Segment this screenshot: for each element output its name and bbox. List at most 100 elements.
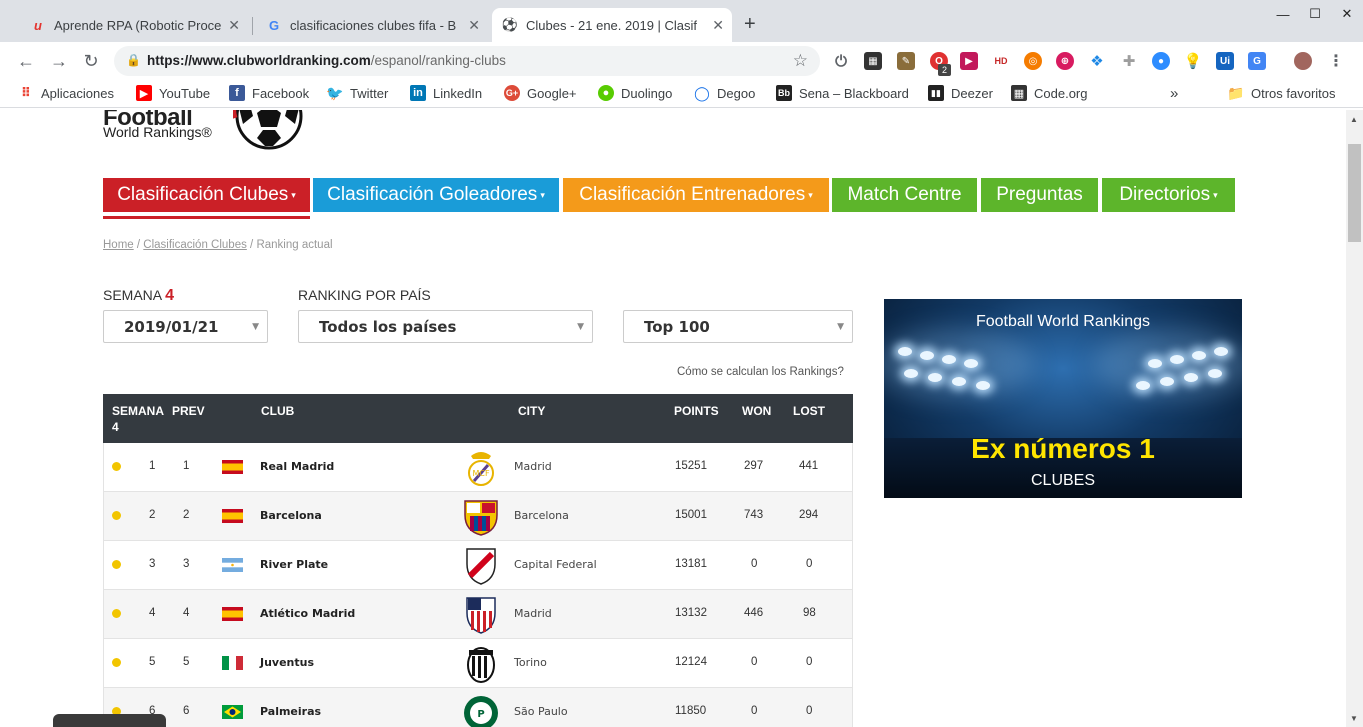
translate-icon[interactable]: G	[1248, 52, 1266, 70]
address-bar[interactable]: 🔒 https://www.clubworldranking.com/espan…	[114, 46, 820, 76]
avatar[interactable]	[1294, 52, 1312, 70]
bookmark-other-folder[interactable]: 📁 Otros favoritos	[1227, 85, 1335, 101]
scrollbar-thumb[interactable]	[1348, 144, 1361, 242]
date-select[interactable]: 2019/01/21 ▼	[103, 310, 268, 343]
dropbox-icon[interactable]: ❖	[1088, 52, 1106, 70]
table-row[interactable]: 6 6 Palmeiras P São Paulo 11850 0 0	[103, 688, 853, 727]
bookmark-apps[interactable]: ⠿ Aplicaciones	[18, 85, 114, 101]
menu-clasificacion-goleadores[interactable]: Clasificación Goleadores ▾	[313, 178, 559, 212]
bookmarks-bar: ⠿ Aplicaciones ▶ YouTube f Facebook 🐦 Twitte…	[0, 80, 1363, 108]
points: 13132	[675, 607, 707, 619]
minimize-button[interactable]: —	[1267, 0, 1299, 28]
barcelona-crest-icon	[464, 500, 498, 536]
won: 0	[751, 656, 758, 668]
header-city[interactable]: CITY	[518, 404, 545, 418]
close-icon[interactable]: ✕	[712, 17, 724, 34]
back-button[interactable]: ←	[14, 49, 38, 73]
bookmark-googleplus[interactable]: G+ Google+	[504, 85, 577, 101]
maximize-button[interactable]: ☐	[1299, 0, 1331, 28]
table-row[interactable]: 1 1 Real Madrid MCF Madrid 15251 297 441	[103, 443, 853, 492]
site-logo-subtitle[interactable]: World Rankings®	[103, 124, 212, 140]
floodlight-icon	[1214, 347, 1228, 356]
bookmark-codeorg[interactable]: ▦ Code.org	[1011, 85, 1087, 101]
dribbble-icon[interactable]: ⊕	[1056, 52, 1074, 70]
table-row[interactable]: 5 5 Juventus Torino 12124 0 0	[103, 639, 853, 688]
bookmark-duolingo[interactable]: ● Duolingo	[598, 85, 672, 101]
river-plate-crest-icon	[466, 548, 496, 585]
header-lost[interactable]: LOST	[793, 404, 825, 418]
header-won[interactable]: WON	[742, 404, 771, 418]
table-row[interactable]: 3 3 River Plate Capital Federal 13181 0 …	[103, 541, 853, 590]
lifebuoy-icon[interactable]: ◎	[1024, 52, 1042, 70]
page-scrollbar[interactable]: ▲ ▼	[1346, 110, 1363, 727]
power-icon[interactable]: ⏻	[832, 52, 850, 70]
top-select[interactable]: Top 100 ▼	[623, 310, 853, 343]
club-name[interactable]: Palmeiras	[260, 705, 321, 718]
tab-clubes[interactable]: ⚽ Clubes - 21 ene. 2019 | Clasif ✕	[492, 8, 732, 42]
menu-clasificacion-clubes[interactable]: Clasificación Clubes ▾	[103, 178, 310, 212]
country-ranking-label: RANKING POR PAÍS	[298, 287, 431, 303]
close-icon[interactable]: ✕	[468, 17, 480, 34]
won: 297	[744, 460, 764, 472]
puzzle-icon[interactable]: ✚	[1120, 52, 1138, 70]
caret-down-icon: ▾	[540, 189, 545, 200]
video-icon[interactable]: ▶	[960, 52, 978, 70]
how-rankings-calculated-link[interactable]: Cómo se calculan los Rankings?	[677, 366, 844, 378]
ex-numeros-banner[interactable]: Football World Rankings Ex números 1 CLU…	[884, 299, 1242, 498]
hd-icon[interactable]: HD	[992, 52, 1010, 70]
forward-button[interactable]: →	[47, 49, 71, 73]
ext-badge: 2	[938, 64, 951, 76]
bookmark-deezer[interactable]: ▮▮ Deezer	[928, 85, 993, 101]
bookmark-blackboard[interactable]: Bb Sena – Blackboard	[776, 85, 909, 101]
breadcrumb-clubs-link[interactable]: Clasificación Clubes	[143, 239, 247, 251]
zoom-icon[interactable]: ●	[1152, 52, 1170, 70]
atletico-crest-icon	[466, 597, 496, 634]
header-prev[interactable]: PREV	[172, 404, 205, 418]
bottom-popup-tab[interactable]	[53, 714, 166, 727]
prev-rank: 4	[183, 607, 190, 619]
breadcrumb-home-link[interactable]: Home	[103, 239, 134, 251]
bookmarks-more-button[interactable]: »	[1170, 85, 1178, 102]
table-row[interactable]: 2 2 Barcelona Barcelona 15001 743 294	[103, 492, 853, 541]
lightbulb-icon[interactable]: 💡	[1184, 52, 1203, 70]
menu-directorios[interactable]: Directorios ▾	[1102, 178, 1235, 212]
bookmark-degoo[interactable]: ◯ Degoo	[694, 85, 755, 101]
scroll-up-arrow-icon[interactable]: ▲	[1350, 115, 1358, 124]
bookmark-twitter[interactable]: 🐦 Twitter	[326, 85, 388, 101]
menu-match-centre[interactable]: Match Centre	[832, 178, 977, 212]
eyedropper-icon[interactable]: ✎	[897, 52, 915, 70]
club-name[interactable]: Atlético Madrid	[260, 607, 355, 620]
reload-button[interactable]: ↻	[79, 49, 103, 73]
scroll-down-arrow-icon[interactable]: ▼	[1350, 714, 1358, 723]
floodlight-icon	[1208, 369, 1222, 378]
club-name[interactable]: Juventus	[260, 656, 314, 669]
tab-google-search[interactable]: G clasificaciones clubes fifa - B ✕	[256, 8, 488, 42]
tab-rpa[interactable]: u Aprende RPA (Robotic Proce ✕	[20, 8, 248, 42]
bookmark-youtube[interactable]: ▶ YouTube	[136, 85, 210, 101]
banner-subtitle: CLUBES	[1030, 472, 1096, 489]
lost: 0	[806, 558, 813, 570]
menu-preguntas[interactable]: Preguntas	[981, 178, 1098, 212]
bookmark-star-icon[interactable]: ☆	[793, 51, 808, 71]
prev-rank: 3	[183, 558, 190, 570]
header-week[interactable]: SEMANA	[112, 404, 164, 418]
points: 11850	[675, 705, 707, 717]
bookmark-facebook[interactable]: f Facebook	[229, 85, 309, 101]
club-name[interactable]: Real Madrid	[260, 460, 334, 473]
close-window-button[interactable]: ✕	[1331, 0, 1363, 28]
club-name[interactable]: Barcelona	[260, 509, 322, 522]
bookmark-linkedin[interactable]: in LinkedIn	[410, 85, 482, 101]
menu-clasificacion-entrenadores[interactable]: Clasificación Entrenadores ▾	[563, 178, 829, 212]
table-row[interactable]: 4 4 Atlético Madrid Madrid 13132 446 98	[103, 590, 853, 639]
uipath-icon[interactable]: Ui	[1216, 52, 1234, 70]
prev-rank: 1	[183, 460, 190, 472]
new-tab-button[interactable]: +	[744, 13, 756, 36]
club-name[interactable]: River Plate	[260, 558, 328, 571]
country-select[interactable]: Todos los países ▼	[298, 310, 593, 343]
adblock-off-icon[interactable]: ▦	[864, 52, 882, 70]
header-club[interactable]: CLUB	[261, 404, 294, 418]
football-logo-icon[interactable]	[233, 110, 305, 154]
menu-kebab-icon[interactable]: ⋮	[1327, 52, 1345, 70]
header-points[interactable]: POINTS	[674, 404, 719, 418]
close-icon[interactable]: ✕	[228, 17, 240, 34]
